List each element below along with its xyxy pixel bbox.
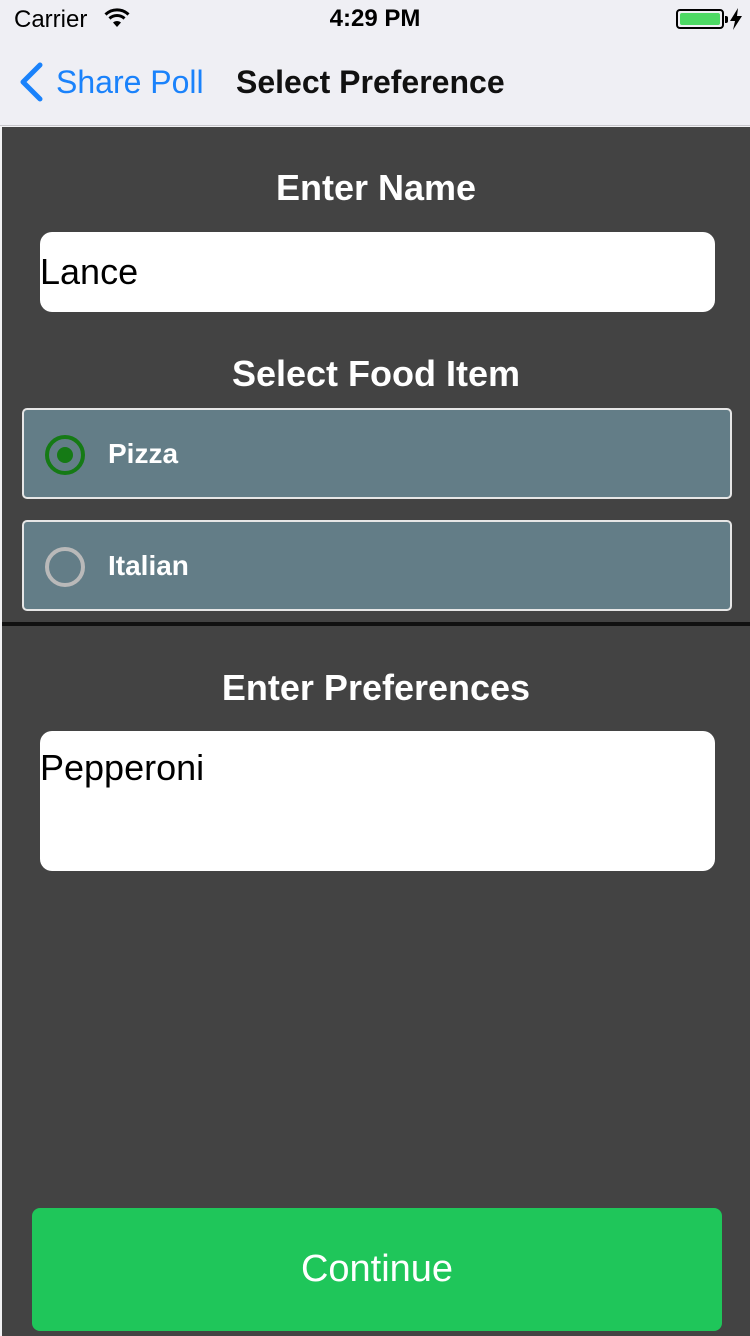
charge-icon <box>730 8 742 30</box>
status-bar: Carrier 4:29 PM <box>0 0 750 40</box>
food-option-pizza[interactable]: Pizza <box>22 408 732 499</box>
section-divider <box>2 622 750 626</box>
radio-selected-icon <box>45 435 85 475</box>
radio-dot <box>57 447 73 463</box>
back-button-label: Share Poll <box>56 63 204 100</box>
food-option-label: Italian <box>108 550 189 581</box>
back-button[interactable]: Share Poll <box>18 60 204 104</box>
enter-name-heading: Enter Name <box>275 167 477 208</box>
main-content: Enter Name Lance Select Food Item Pizza … <box>2 127 750 1336</box>
food-option-italian[interactable]: Italian <box>22 520 732 611</box>
status-time: 4:29 PM <box>329 5 421 32</box>
select-food-heading: Select Food Item <box>231 353 521 394</box>
preferences-input[interactable]: Pepperoni <box>40 731 715 871</box>
enter-preferences-heading: Enter Preferences <box>221 667 531 708</box>
navigation-bar: Share Poll Select Preference <box>0 40 750 126</box>
radio-unselected-icon <box>45 547 85 587</box>
battery-icon <box>676 9 728 29</box>
name-input[interactable]: Lance <box>40 232 715 312</box>
food-option-label: Pizza <box>108 438 179 469</box>
continue-button[interactable]: Continue <box>32 1208 722 1331</box>
chevron-left-icon <box>20 62 43 102</box>
battery-tip <box>725 16 728 23</box>
battery-fill <box>680 13 720 25</box>
page-title: Select Preference <box>236 64 505 100</box>
